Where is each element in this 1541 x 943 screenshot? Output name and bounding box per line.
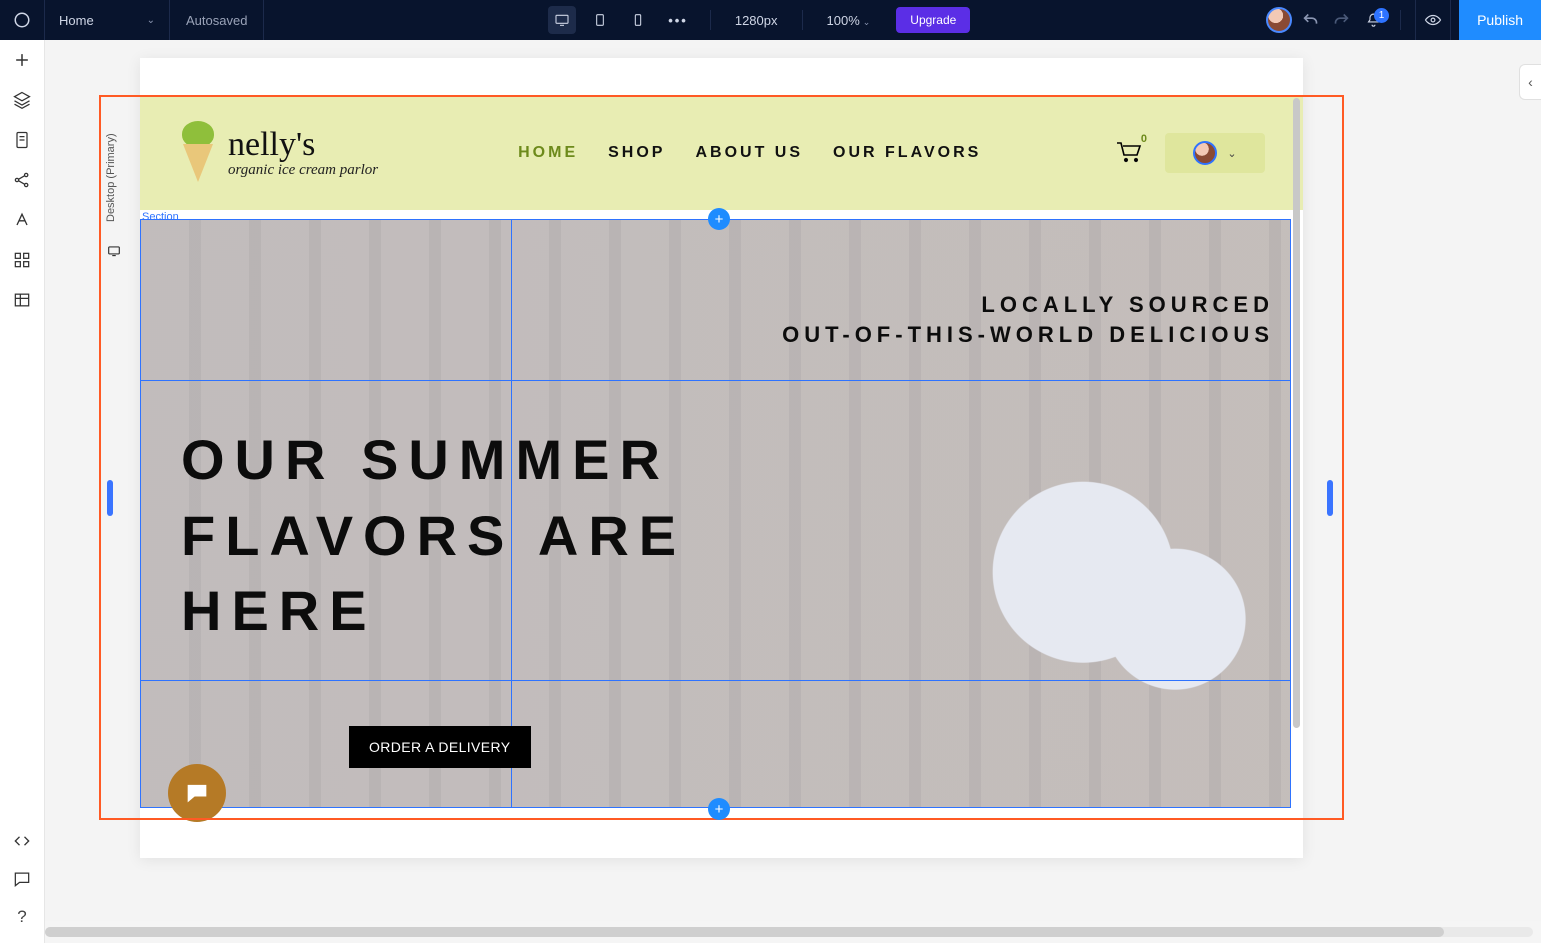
topbar-right: 1 Publish <box>1254 0 1541 40</box>
canvas-resize-handle-right[interactable] <box>1327 480 1333 516</box>
layers-button[interactable] <box>10 88 34 112</box>
chat-icon <box>12 869 32 889</box>
viewport-size[interactable]: 1280px <box>727 13 786 28</box>
chevron-left-icon: ‹ <box>1528 74 1533 90</box>
add-section-bottom-button[interactable]: + <box>708 798 730 820</box>
zoom-selector[interactable]: 100%⌄ <box>819 13 879 28</box>
layers-icon <box>12 90 32 110</box>
add-elements-button[interactable] <box>10 48 34 72</box>
device-desktop-button[interactable] <box>548 6 576 34</box>
cms-button[interactable] <box>10 288 34 312</box>
more-devices-button[interactable]: ••• <box>662 13 694 28</box>
divider <box>1400 10 1401 30</box>
top-bar: Home ⌄ Autosaved ••• 1280px 100%⌄ Upgrad… <box>0 0 1541 40</box>
plus-icon <box>12 50 32 70</box>
collapse-inspector-tab[interactable]: ‹ <box>1519 64 1541 100</box>
left-rail: ? <box>0 40 45 943</box>
chevron-down-icon: ⌄ <box>147 15 155 26</box>
divider <box>802 10 803 30</box>
notification-badge: 1 <box>1374 8 1389 23</box>
pages-button[interactable] <box>10 128 34 152</box>
preview-button[interactable] <box>1415 0 1451 40</box>
chevron-down-icon: ⌄ <box>863 17 871 27</box>
breakpoint-label: Desktop (Primary) <box>105 115 117 240</box>
eye-icon <box>1424 11 1442 29</box>
app-logo[interactable] <box>0 0 45 40</box>
site-styles-button[interactable] <box>10 168 34 192</box>
comments-button[interactable] <box>10 867 34 891</box>
apps-button[interactable] <box>10 248 34 272</box>
share-nodes-icon <box>12 170 32 190</box>
topbar-center: ••• 1280px 100%⌄ Upgrade <box>548 6 970 34</box>
font-icon <box>12 210 32 230</box>
add-section-top-button[interactable]: + <box>708 208 730 230</box>
device-mobile-button[interactable] <box>624 6 652 34</box>
mobile-icon <box>630 12 646 28</box>
theme-button[interactable] <box>10 208 34 232</box>
editor-stage[interactable]: ‹ nelly's organic ice cream parlor HOME … <box>45 40 1541 921</box>
page-selector-label: Home <box>59 13 94 28</box>
wix-logo-icon <box>13 11 31 29</box>
page-icon <box>12 130 32 150</box>
notifications-button[interactable]: 1 <box>1360 12 1386 29</box>
page-selector[interactable]: Home ⌄ <box>45 0 170 40</box>
table-icon <box>12 290 32 310</box>
undo-icon <box>1300 9 1322 31</box>
selection-label: Section <box>142 211 179 223</box>
grid-icon <box>12 250 32 270</box>
redo-icon <box>1330 9 1352 31</box>
divider <box>710 10 711 30</box>
help-button[interactable]: ? <box>10 905 34 929</box>
publish-button[interactable]: Publish <box>1459 0 1541 40</box>
save-status: Autosaved <box>170 0 264 40</box>
app-horizontal-scrollbar[interactable] <box>45 927 1533 937</box>
selection-outline <box>99 95 1344 820</box>
code-icon <box>12 831 32 851</box>
zoom-value: 100% <box>827 13 860 28</box>
user-avatar[interactable] <box>1266 7 1292 33</box>
scrollbar-thumb[interactable] <box>45 927 1444 937</box>
device-tablet-button[interactable] <box>586 6 614 34</box>
tablet-icon <box>592 12 608 28</box>
breakpoint-device-icon <box>107 244 121 258</box>
canvas-resize-handle-left[interactable] <box>107 480 113 516</box>
undo-button[interactable] <box>1300 9 1322 31</box>
code-button[interactable] <box>10 829 34 853</box>
desktop-icon <box>554 12 570 28</box>
upgrade-button[interactable]: Upgrade <box>896 7 970 33</box>
redo-button[interactable] <box>1330 9 1352 31</box>
